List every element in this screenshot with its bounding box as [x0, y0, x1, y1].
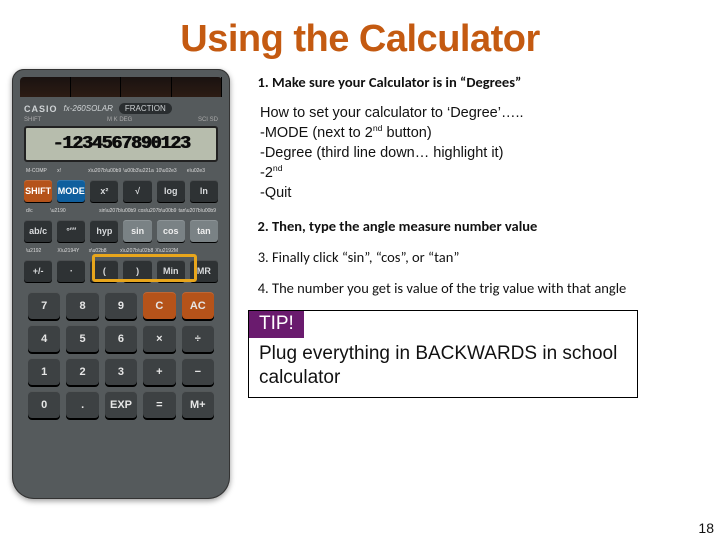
fn-labels-3: \u2192X\u2194Yx\u02b8x\u207b\u02b8X\u219… — [20, 246, 222, 256]
key-min: Min — [157, 260, 185, 282]
lcd-annunciators: SHIFTM K DEGSCI SD — [20, 116, 222, 124]
instructions: Make sure your Calculator is in “Degrees… — [248, 69, 708, 499]
step-4: The number you get is value of the trig … — [272, 279, 708, 298]
howto-heading: How to set your calculator to ‘Degree’….… — [260, 104, 708, 124]
key-dot: . — [66, 391, 98, 418]
page-number: 18 — [698, 520, 714, 536]
lcd-display: -1234567890123 — [24, 126, 218, 162]
slide-title: Using the Calculator — [0, 0, 720, 69]
key-tan: tan — [190, 220, 218, 242]
tip-badge: TIP! — [249, 311, 304, 338]
step-list: Make sure your Calculator is in “Degrees… — [248, 73, 708, 92]
key-mr: MR — [190, 260, 218, 282]
step-3: Finally click “sin”, “cos”, or “tan” — [272, 248, 708, 267]
key-mode: MODE — [57, 180, 85, 202]
step-1: Make sure your Calculator is in “Degrees… — [272, 73, 708, 92]
step-list-cont: Then, type the angle measure number valu… — [248, 217, 708, 298]
fn-labels-2: d/c\u2190sin\u207b\u00b9cos\u207b\u00b9t… — [20, 206, 222, 216]
tip-box: TIP! Plug everything in BACKWARDS in sch… — [248, 310, 638, 399]
key-exp: EXP — [105, 391, 137, 418]
key-8: 8 — [66, 292, 98, 319]
brand-casio: CASIO — [24, 104, 58, 114]
key-mul: × — [143, 325, 175, 352]
key-5: 5 — [66, 325, 98, 352]
howto-line-quit: -Quit — [260, 184, 708, 204]
key-shift: SHIFT — [24, 180, 52, 202]
step-2: Then, type the angle measure number valu… — [272, 217, 708, 236]
key-abc: ab/c — [24, 220, 52, 242]
howto-line-2nd: -2nd — [260, 163, 708, 183]
brand-fraction: FRACTION — [119, 103, 172, 114]
solar-panel — [20, 77, 222, 97]
key-3: 3 — [105, 358, 137, 385]
key-sin: sin — [123, 220, 151, 242]
key-2: 2 — [66, 358, 98, 385]
key-ln: ln — [190, 180, 218, 202]
key-sub: − — [182, 358, 214, 385]
calculator-graphic: CASIO fx-260SOLAR FRACTION SHIFTM K DEGS… — [12, 69, 230, 499]
key-c: C — [143, 292, 175, 319]
key-hyp: hyp — [90, 220, 118, 242]
key-1: 1 — [28, 358, 60, 385]
function-row-2: ab/c °′″ hyp sin cos tan — [20, 216, 222, 246]
key-rcl: ‧ — [57, 260, 85, 282]
brand-model: fx-260SOLAR — [64, 104, 113, 113]
key-mplus: M+ — [182, 391, 214, 418]
key-4: 4 — [28, 325, 60, 352]
brand-row: CASIO fx-260SOLAR FRACTION — [20, 101, 222, 116]
key-sqrt: √ — [123, 180, 151, 202]
fn-labels: M-COMPx!x\u207b\u00b9\u00b3\u221a10\u02e… — [20, 166, 222, 176]
numpad: 7 8 9 C AC 4 5 6 × ÷ 1 2 3 + − 0 . EXP =… — [20, 286, 222, 418]
key-cos: cos — [157, 220, 185, 242]
key-6: 6 — [105, 325, 137, 352]
key-ac: AC — [182, 292, 214, 319]
key-dms: °′″ — [57, 220, 85, 242]
key-9: 9 — [105, 292, 137, 319]
function-row-1: SHIFT MODE x² √ log ln — [20, 176, 222, 206]
key-x2: x² — [90, 180, 118, 202]
howto-line-mode: -MODE (next to 2nd button) — [260, 123, 708, 143]
key-eq: = — [143, 391, 175, 418]
content-row: CASIO fx-260SOLAR FRACTION SHIFTM K DEGS… — [0, 69, 720, 499]
key-add: + — [143, 358, 175, 385]
tip-body: Plug everything in BACKWARDS in school c… — [249, 338, 637, 398]
key-7: 7 — [28, 292, 60, 319]
key-div: ÷ — [182, 325, 214, 352]
key-0: 0 — [28, 391, 60, 418]
howto-line-degree: -Degree (third line down… highlight it) — [260, 144, 708, 164]
key-rparen: ) — [123, 260, 151, 282]
key-lparen: ( — [90, 260, 118, 282]
key-log: log — [157, 180, 185, 202]
key-neg: +/- — [24, 260, 52, 282]
function-row-3: +/- ‧ ( ) Min MR — [20, 256, 222, 286]
howto-block: How to set your calculator to ‘Degree’….… — [260, 104, 708, 203]
